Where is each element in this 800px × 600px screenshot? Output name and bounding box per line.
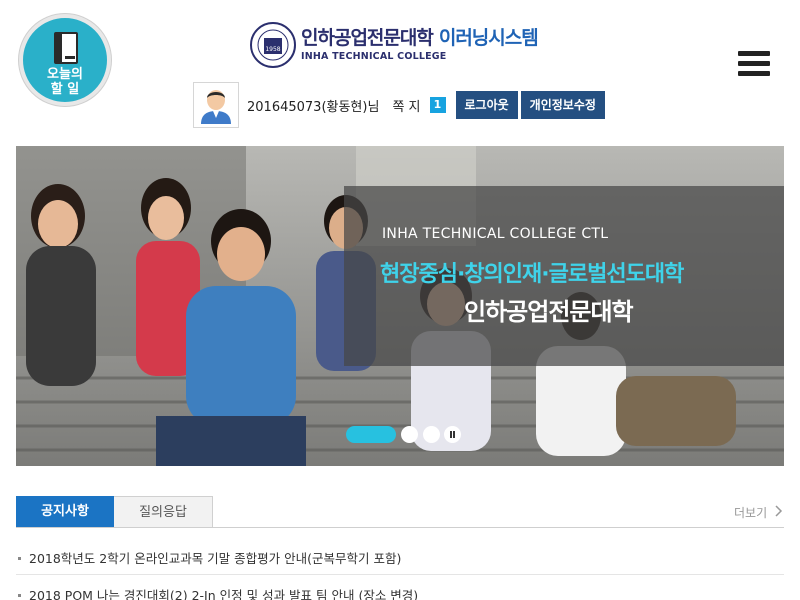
seal-year: 1958 xyxy=(265,46,280,53)
bullet-icon xyxy=(18,556,21,560)
banner-slogan: 현장중심·창의인재·글로벌선도대학 xyxy=(380,262,684,287)
pause-icon[interactable] xyxy=(444,426,461,443)
divider xyxy=(16,574,784,575)
avatar xyxy=(193,82,239,128)
user-name: 201645073(황동현)님 xyxy=(247,99,380,115)
bullet-icon xyxy=(18,593,21,597)
slide-indicator-3[interactable] xyxy=(423,426,440,443)
board-tabs: 공지사항 질의응답 xyxy=(16,496,213,528)
list-item[interactable]: 2018 POM 나는 경진대회(2) 2-In 인정 및 성과 발표 팀 안내… xyxy=(16,585,784,600)
today-tasks-label-1: 오늘의 xyxy=(47,67,83,82)
notice-title: 2018 POM 나는 경진대회(2) 2-In 인정 및 성과 발표 팀 안내… xyxy=(29,588,419,600)
site-logo[interactable]: 1958 인하공업전문대학 이러닝시스템 INHA TECHNICAL COLLE… xyxy=(250,22,539,68)
tab-notices[interactable]: 공지사항 xyxy=(16,496,114,528)
tab-underline xyxy=(16,527,784,528)
slider-controls xyxy=(346,426,461,443)
logo-english: INHA TECHNICAL COLLEGE xyxy=(301,51,447,62)
logo-elearning: 이러닝시스템 xyxy=(438,27,539,49)
notice-title: 2018학년도 2학기 온라인교과목 기말 종합평가 안내(군복무학기 포함) xyxy=(29,551,402,566)
today-tasks-button[interactable]: 오늘의 할 일 xyxy=(19,14,111,106)
profile-edit-button[interactable]: 개인정보수정 xyxy=(520,91,605,119)
banner-english-title: INHA TECHNICAL COLLEGE CTL xyxy=(382,226,609,242)
user-bar: 201645073(황동현)님 쪽 지 1 로그아웃 개인정보수정 xyxy=(193,82,605,128)
slide-indicator-2[interactable] xyxy=(401,426,418,443)
logout-button[interactable]: 로그아웃 xyxy=(455,91,518,119)
banner-college-name: 인하공업전문대학 xyxy=(464,298,634,326)
slide-indicator-active[interactable] xyxy=(346,426,396,443)
user-avatar-icon xyxy=(201,90,231,124)
list-item[interactable]: 2018학년도 2학기 온라인교과목 기말 종합평가 안내(군복무학기 포함) xyxy=(16,548,784,567)
messages-count-badge[interactable]: 1 xyxy=(429,97,446,113)
messages-link[interactable]: 쪽 지 xyxy=(392,96,420,115)
logo-korean: 인하공업전문대학 xyxy=(301,27,434,49)
chevron-right-icon[interactable] xyxy=(775,505,783,517)
hamburger-icon[interactable] xyxy=(738,51,770,76)
college-seal-icon: 1958 xyxy=(250,22,296,68)
main-banner: INHA TECHNICAL COLLEGE CTL 현장중심·창의인재·글로벌… xyxy=(16,146,784,466)
today-tasks-label-2: 할 일 xyxy=(50,82,80,97)
tab-qna[interactable]: 질의응답 xyxy=(114,496,213,528)
book-icon xyxy=(54,32,78,64)
more-link[interactable]: 더보기 xyxy=(734,504,767,521)
